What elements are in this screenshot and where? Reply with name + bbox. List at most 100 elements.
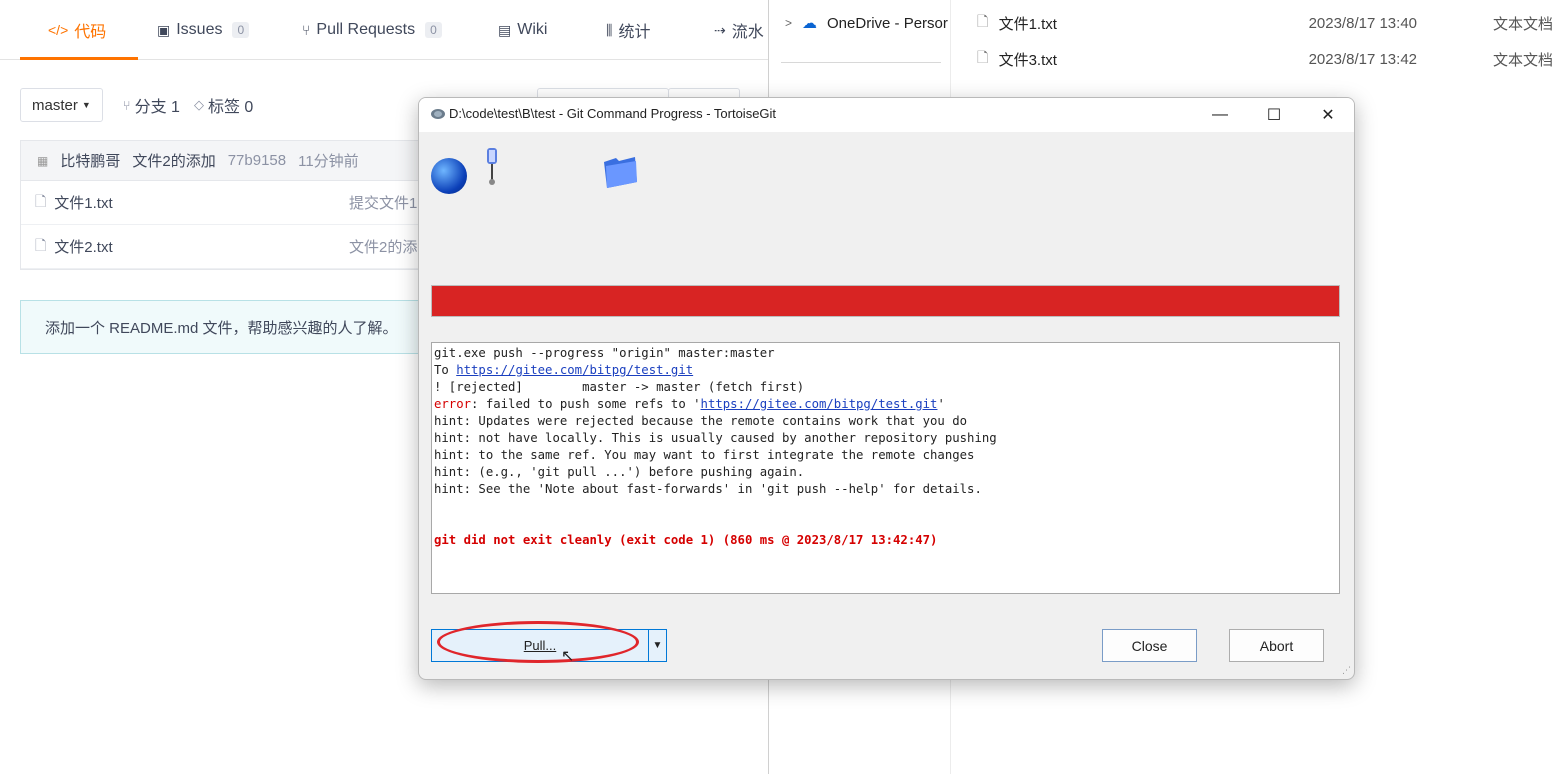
- file-type: 文本文档: [1492, 15, 1552, 33]
- commit-time: 11分钟前: [298, 153, 359, 170]
- log-line: hint: (e.g., 'git pull ...') before push…: [434, 465, 805, 479]
- code-icon: </>: [48, 22, 69, 38]
- tab-issues[interactable]: ▣ Issues 0: [157, 0, 250, 60]
- file-name[interactable]: 文件1.txt: [54, 192, 112, 213]
- log-line: git.exe push --progress "origin" master:…: [434, 346, 775, 360]
- avatar: ▦: [37, 153, 49, 168]
- close-icon: ✕: [1321, 107, 1335, 124]
- file-list: ▦ 比特鹏哥 文件2的添加 77b9158 11分钟前 🗋 文件1.txt 提交…: [20, 140, 420, 270]
- log-line: hint: to the same ref. You may want to f…: [434, 448, 975, 462]
- error-label: error: [434, 397, 472, 411]
- log-line: hint: Updates were rejected because the …: [434, 414, 968, 428]
- file-icon: 🗋: [35, 192, 47, 209]
- nav-item-onedrive[interactable]: > ☁ OneDrive - Persor: [785, 14, 948, 33]
- close-button[interactable]: Close: [1102, 629, 1197, 662]
- issues-icon: ▣: [157, 21, 171, 38]
- progress-bar: [431, 285, 1340, 317]
- commit-hash[interactable]: 77b9158: [228, 152, 286, 169]
- triangle-down-icon: ▼: [652, 640, 663, 651]
- log-text: To: [434, 363, 457, 377]
- explorer-file-row[interactable]: 🗋 文件3.txt 2023/8/17 13:42 文本文档: [977, 41, 1552, 77]
- log-line: hint: See the 'Note about fast-forwards'…: [434, 482, 982, 496]
- branch-select[interactable]: master ▼: [20, 88, 103, 122]
- progress-animation: [419, 132, 1354, 242]
- abort-button[interactable]: Abort: [1229, 629, 1324, 662]
- file-name[interactable]: 文件2.txt: [54, 236, 112, 257]
- tab-label: Wiki: [517, 21, 548, 38]
- repo-tabs: </> 代码 ▣ Issues 0 ⑂ Pull Requests 0 ▤ Wi…: [0, 0, 768, 60]
- pull-request-icon: ⑂: [302, 22, 311, 38]
- log-text: : failed to push some refs to ': [471, 397, 701, 411]
- tab-label: Issues: [176, 21, 223, 38]
- latest-commit: ▦ 比特鹏哥 文件2的添加 77b9158 11分钟前: [21, 141, 420, 181]
- tags-label: 标签 0: [207, 99, 254, 116]
- file-icon: 🗋: [35, 236, 47, 253]
- tags-link[interactable]: ◇ 标签 0: [194, 93, 253, 117]
- pipeline-icon: ⇢: [714, 21, 726, 38]
- chevron-right-icon[interactable]: >: [785, 16, 792, 30]
- abort-button-label: Abort: [1259, 637, 1294, 654]
- log-text: ': [937, 397, 945, 411]
- globe-icon: [431, 158, 467, 194]
- close-window-button[interactable]: ✕: [1301, 98, 1354, 132]
- branches-link[interactable]: ⑂ 分支 1: [123, 93, 180, 117]
- tab-label: 代码: [74, 24, 107, 41]
- file-row[interactable]: 🗋 文件2.txt 文件2的添: [21, 225, 420, 269]
- commit-author[interactable]: 比特鹏哥: [60, 150, 120, 171]
- nav-item-label: OneDrive - Persor: [827, 14, 948, 32]
- file-type: 文本文档: [1492, 51, 1552, 69]
- git-progress-dialog: D:\code\test\B\test - Git Command Progre…: [418, 97, 1355, 680]
- branch-name: master: [32, 96, 78, 114]
- folder-icon: [604, 157, 637, 188]
- command-output-log[interactable]: git.exe push --progress "origin" master:…: [431, 342, 1340, 594]
- tab-wiki[interactable]: ▤ Wiki: [498, 0, 547, 60]
- commit-message[interactable]: 文件2的添加: [132, 150, 215, 171]
- caret-down-icon: ▼: [81, 100, 91, 110]
- exit-status-line: git did not exit cleanly (exit code 1) (…: [434, 533, 938, 547]
- readme-hint[interactable]: 添加一个 README.md 文件，帮助感兴趣的人了解。: [20, 300, 420, 354]
- file-name: 文件3.txt: [998, 51, 1057, 69]
- file-name: 文件1.txt: [998, 15, 1057, 33]
- tab-label: 统计: [618, 24, 651, 41]
- minimize-button[interactable]: —: [1193, 98, 1247, 132]
- file-transfer-icon: [487, 148, 497, 185]
- readme-hint-text: 添加一个 README.md 文件，帮助感兴趣的人了解。: [45, 319, 398, 337]
- tortoisegit-icon: [431, 109, 445, 119]
- text-file-icon: 🗋: [977, 49, 989, 65]
- resize-grip-icon[interactable]: ⋰: [1342, 665, 1351, 676]
- file-date: 2023/8/17 13:40: [1308, 14, 1417, 32]
- cloud-icon: ☁: [802, 15, 818, 32]
- remote-url-link[interactable]: https://gitee.com/bitpg/test.git: [456, 363, 693, 377]
- count-badge: 0: [425, 22, 442, 38]
- mouse-cursor-icon: ↖: [561, 648, 575, 665]
- log-line: ! [rejected] master -> master (fetch fir…: [434, 380, 805, 394]
- wiki-icon: ▤: [498, 21, 512, 38]
- log-line: To https://gitee.com/bitpg/test.git: [434, 362, 1337, 379]
- tab-pipeline[interactable]: ⇢ 流水: [714, 0, 764, 60]
- file-row[interactable]: 🗋 文件1.txt 提交文件1: [21, 181, 420, 225]
- log-line: error: failed to push some refs to 'http…: [434, 396, 1337, 413]
- branches-label: 分支 1: [134, 99, 180, 116]
- maximize-button[interactable]: ☐: [1247, 98, 1301, 132]
- tab-pull-requests[interactable]: ⑂ Pull Requests 0: [302, 0, 442, 60]
- tab-stats[interactable]: ⫼ 统计: [606, 0, 650, 60]
- pull-dropdown-button[interactable]: ▼: [648, 629, 667, 662]
- text-file-icon: 🗋: [977, 13, 989, 29]
- tag-icon: ◇: [193, 97, 204, 112]
- file-commit-message: 提交文件1: [349, 195, 418, 212]
- pull-button[interactable]: Pull...: [431, 629, 649, 662]
- explorer-file-row[interactable]: 🗋 文件1.txt 2023/8/17 13:40 文本文档: [977, 5, 1552, 41]
- remote-url-link[interactable]: https://gitee.com/bitpg/test.git: [701, 397, 938, 411]
- tab-label: 流水: [731, 24, 764, 41]
- minimize-icon: —: [1212, 106, 1228, 123]
- stats-icon: ⫼: [606, 21, 613, 38]
- title-bar[interactable]: D:\code\test\B\test - Git Command Progre…: [419, 98, 1354, 132]
- window-title: D:\code\test\B\test - Git Command Progre…: [449, 106, 777, 121]
- file-commit-message: 文件2的添: [349, 239, 418, 256]
- close-button-label: Close: [1131, 637, 1168, 654]
- log-line: hint: not have locally. This is usually …: [434, 431, 997, 445]
- count-badge: 0: [232, 22, 250, 38]
- tab-code[interactable]: </> 代码: [19, 0, 139, 60]
